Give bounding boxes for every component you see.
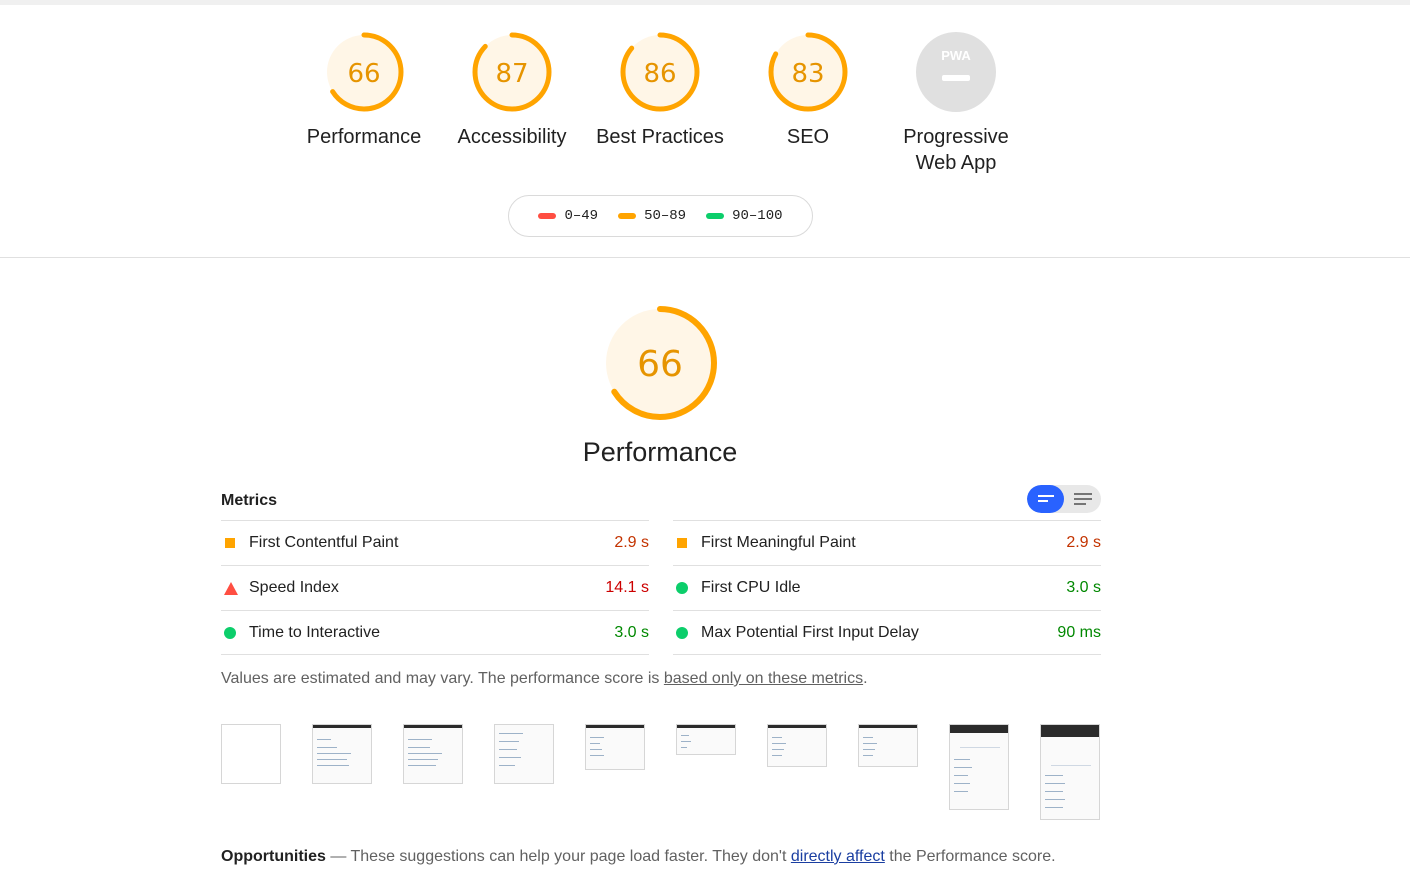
- gauge-best-practices-ring: 86: [620, 32, 700, 112]
- gauge-performance[interactable]: 66 Performance: [290, 30, 438, 150]
- metrics-column-left: First Contentful Paint 2.9 s Speed Index…: [221, 520, 649, 655]
- top-bar: [0, 0, 1410, 5]
- pwa-badge-icon: PWA: [916, 32, 996, 112]
- gauge-pwa[interactable]: PWA Progressive Web App: [882, 30, 1030, 176]
- metric-speed-index: Speed Index 14.1 s: [221, 565, 649, 610]
- gauge-performance-label: Performance: [306, 126, 422, 148]
- metric-time-to-interactive: Time to Interactive 3.0 s: [221, 610, 649, 655]
- legend-item-fail: 0–49: [538, 208, 598, 224]
- legend-fail-swatch-icon: [538, 213, 557, 219]
- fail-triangle-icon: [224, 581, 238, 595]
- filmstrip: [221, 724, 1101, 820]
- filmstrip-frame[interactable]: [949, 724, 1009, 810]
- metric-label: First Meaningful Paint: [701, 534, 856, 551]
- legend-item-average: 50–89: [618, 208, 686, 224]
- pass-circle-icon: [676, 582, 688, 594]
- metric-first-cpu-idle: First CPU Idle 3.0 s: [673, 565, 1101, 610]
- metrics-disclaimer: Values are estimated and may vary. The p…: [221, 670, 868, 687]
- gauge-best-practices[interactable]: 86 Best Practices: [586, 30, 734, 150]
- gauge-pwa-label-line1: Progressive: [903, 126, 1009, 148]
- legend-pass-swatch-icon: [706, 213, 725, 219]
- pwa-badge-text: PWA: [941, 48, 971, 63]
- filmstrip-frame[interactable]: [676, 724, 736, 755]
- opportunities-intro: Opportunities — These suggestions can he…: [221, 848, 1056, 865]
- metric-max-potential-fid: Max Potential First Input Delay 90 ms: [673, 610, 1101, 655]
- filmstrip-frame[interactable]: [312, 724, 372, 784]
- legend-fail-range: 0–49: [564, 208, 599, 224]
- metric-value: 2.9 s: [614, 534, 649, 551]
- metric-label: Speed Index: [249, 579, 339, 596]
- compact-lines-icon: [1037, 495, 1054, 502]
- average-square-icon: [225, 538, 235, 548]
- gauge-performance-ring: 66: [324, 32, 404, 112]
- filmstrip-frame[interactable]: [858, 724, 918, 767]
- metric-first-contentful-paint: First Contentful Paint 2.9 s: [221, 520, 649, 565]
- metric-value: 3.0 s: [1066, 579, 1101, 596]
- gauge-seo-score: 83: [791, 59, 824, 89]
- filmstrip-frame[interactable]: [767, 724, 827, 767]
- gauge-accessibility-score: 87: [495, 59, 528, 89]
- filmstrip-frame[interactable]: [1040, 724, 1100, 820]
- pass-circle-icon: [676, 626, 688, 639]
- metric-value: 90 ms: [1057, 623, 1101, 641]
- metrics-title: Metrics: [221, 492, 278, 509]
- metrics-header: Metrics: [221, 484, 1101, 516]
- gauge-pwa-label-line2: Web App: [915, 152, 997, 174]
- metric-value: 14.1 s: [605, 579, 649, 596]
- gauge-best-practices-score: 86: [643, 59, 676, 89]
- gauge-seo-ring: 83: [768, 32, 848, 112]
- metrics-grid: First Contentful Paint 2.9 s Speed Index…: [221, 520, 1101, 655]
- metric-label: Time to Interactive: [249, 623, 381, 641]
- gauge-accessibility[interactable]: 87 Accessibility: [438, 30, 586, 150]
- gauge-accessibility-ring: 87: [472, 32, 552, 112]
- gauge-performance-score: 66: [347, 59, 380, 89]
- filmstrip-frame[interactable]: [221, 724, 281, 784]
- gauge-accessibility-label: Accessibility: [457, 126, 567, 148]
- legend-pass-range: 90–100: [732, 208, 783, 224]
- gauge-seo-label: SEO: [786, 126, 830, 148]
- scoring-calculator-link[interactable]: based only on these metrics: [664, 670, 863, 687]
- category-gauges: 66 Performance 87 Accessibility 86 Best …: [290, 30, 1030, 180]
- filmstrip-frame[interactable]: [494, 724, 554, 784]
- expanded-lines-icon: [1073, 493, 1092, 505]
- directly-affect-link[interactable]: directly affect: [791, 848, 885, 865]
- filmstrip-frame[interactable]: [403, 724, 463, 784]
- metric-value: 3.0 s: [614, 623, 649, 641]
- average-square-icon: [677, 538, 687, 548]
- compact-view-button[interactable]: [1027, 485, 1064, 513]
- performance-gauge: 66 Performance: [580, 303, 740, 468]
- performance-gauge-ring: 66: [603, 306, 717, 420]
- opportunities-title: Opportunities: [221, 848, 326, 865]
- filmstrip-frame[interactable]: [585, 724, 645, 770]
- metric-label: Max Potential First Input Delay: [701, 623, 919, 641]
- expanded-view-button[interactable]: [1064, 485, 1101, 513]
- score-legend: 0–49 50–89 90–100: [508, 195, 813, 237]
- pass-circle-icon: [224, 626, 236, 639]
- section-divider: [0, 257, 1410, 258]
- performance-score: 66: [637, 344, 683, 385]
- metric-label: First Contentful Paint: [249, 534, 399, 551]
- metric-first-meaningful-paint: First Meaningful Paint 2.9 s: [673, 520, 1101, 565]
- legend-item-pass: 90–100: [706, 208, 783, 224]
- metric-label: First CPU Idle: [701, 579, 801, 596]
- gauge-pwa-label: Progressive Web App: [882, 124, 1030, 176]
- metrics-column-right: First Meaningful Paint 2.9 s First CPU I…: [673, 520, 1101, 655]
- performance-title: Performance: [582, 437, 738, 467]
- gauge-best-practices-label: Best Practices: [596, 126, 724, 148]
- legend-average-swatch-icon: [618, 213, 637, 219]
- metric-value: 2.9 s: [1066, 534, 1101, 551]
- legend-average-range: 50–89: [644, 208, 687, 224]
- gauge-seo[interactable]: 83 SEO: [734, 30, 882, 150]
- metrics-view-toggle: [1027, 485, 1101, 513]
